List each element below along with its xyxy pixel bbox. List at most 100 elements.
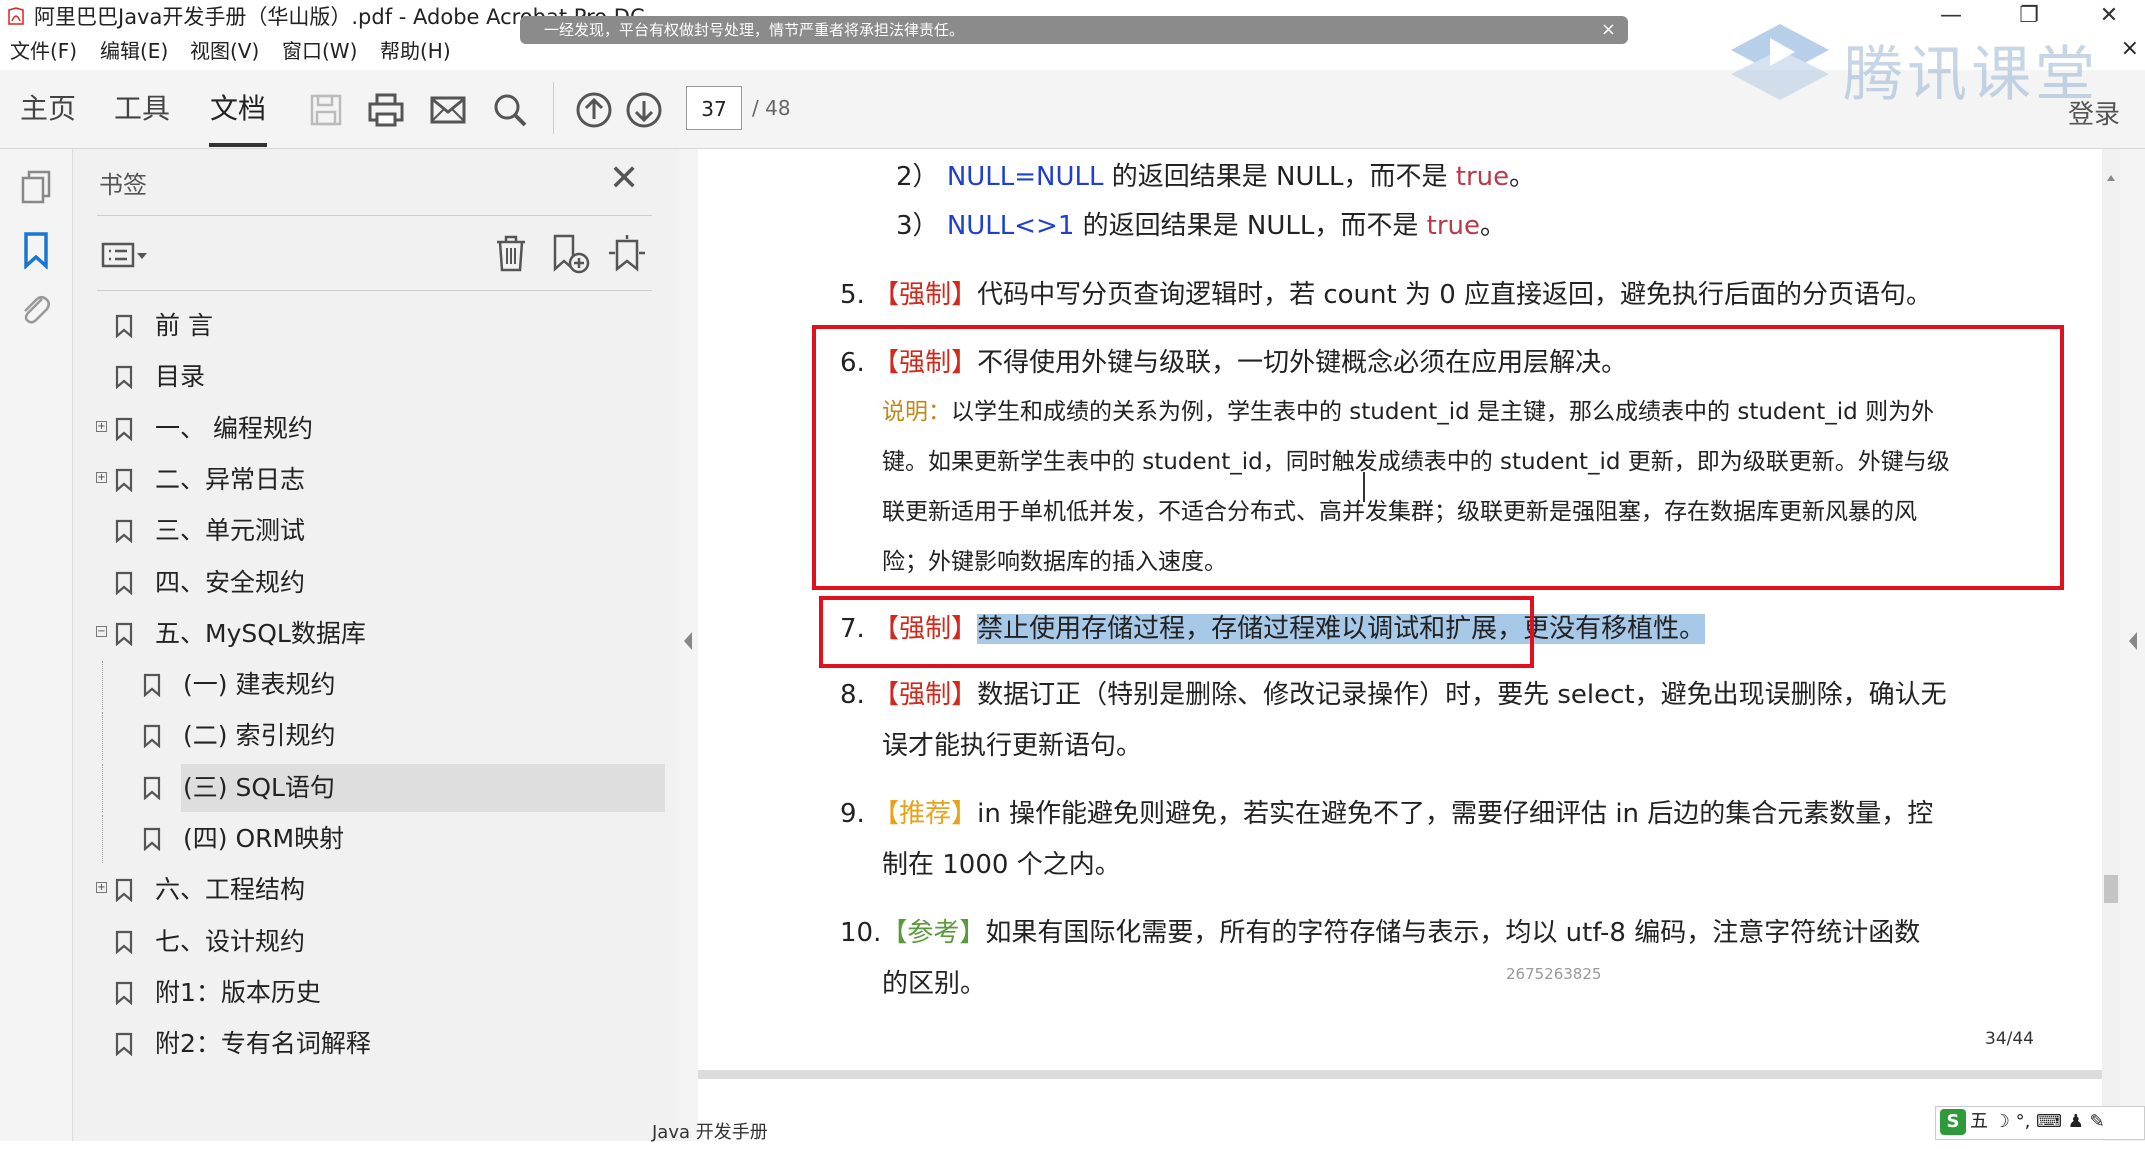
bookmark-flag-icon (115, 981, 133, 1005)
pane-collapse-handle[interactable] (678, 149, 698, 1141)
email-icon[interactable] (428, 90, 468, 130)
scroll-up-icon[interactable] (2105, 169, 2117, 189)
bookmark-flag-icon (143, 827, 161, 851)
ime-toolbar[interactable]: S五 ☽ °, ⌨ ♟ ✎ (1935, 1106, 2145, 1140)
bookmark-label: 五、MySQL数据库 (155, 618, 366, 648)
save-icon[interactable] (306, 90, 346, 130)
bookmark-flag-icon (115, 520, 133, 544)
tree-line (102, 763, 104, 812)
attachment-icon[interactable] (18, 291, 52, 327)
rule-item-8-cont: 误才能执行更新语句。 (882, 731, 1143, 761)
bookmarks-close-button[interactable]: ✕ (609, 161, 639, 197)
bookmark-item[interactable]: 前 言 (73, 302, 673, 350)
page-number-input[interactable]: 37 (686, 86, 742, 130)
rule-item-8: 8. 【强制】数据订正（特别是删除、修改记录操作）时，要先 select，避免出… (840, 680, 1947, 710)
watermark-id: 2675263825 (1506, 965, 1602, 983)
rule-item-10-cont: 的区别。 (882, 969, 987, 999)
acrobat-icon (6, 7, 26, 27)
menu-file[interactable]: 文件(F) (10, 38, 77, 64)
bookmark-label: 七、设计规约 (155, 926, 306, 956)
rule-item-5: 5. 【强制】代码中写分页查询逻辑时，若 count 为 0 应直接返回，避免执… (840, 280, 1933, 310)
bookmark-item[interactable]: (三) SQL语句 (73, 763, 673, 812)
bookmark-item[interactable]: − 五、MySQL数据库 (73, 610, 673, 658)
next-page-header: Java 开发手册 (652, 1122, 768, 1143)
menu-edit[interactable]: 编辑(E) (100, 38, 168, 64)
bookmark-label: (三) SQL语句 (183, 772, 335, 802)
bookmark-flag-icon (115, 468, 133, 492)
bookmark-label: 一、 编程规约 (155, 413, 313, 443)
list-sub-item-2: 2） NULL=NULL 的返回结果是 NULL，而不是 true。 (896, 162, 1536, 192)
tab-tools[interactable]: 工具 (114, 92, 170, 126)
expand-icon[interactable]: + (96, 420, 107, 432)
bookmark-options-icon[interactable] (101, 239, 149, 271)
page-total: / 48 (752, 96, 791, 120)
tree-line (102, 661, 104, 710)
expand-bookmark-icon[interactable] (607, 233, 647, 275)
bookmark-label: (四) ORM映射 (183, 824, 345, 853)
divider (97, 290, 652, 291)
bookmark-label: 附1：版本历史 (155, 977, 321, 1007)
logo-text: 腾讯课堂 (1843, 40, 2099, 110)
menu-help[interactable]: 帮助(H) (380, 38, 451, 64)
bookmark-item[interactable]: (二) 索引规约 (73, 712, 673, 761)
delete-bookmark-icon[interactable] (493, 233, 529, 273)
print-icon[interactable] (366, 90, 406, 130)
expand-icon[interactable]: + (96, 471, 107, 483)
rule-item-9: 9. 【推荐】in 操作能避免则避免，若实在避免不了，需要仔细评估 in 后边的… (840, 799, 1934, 829)
bookmark-flag-icon (115, 314, 133, 338)
notice-close-button[interactable]: × (1601, 16, 1616, 44)
expand-icon[interactable]: + (96, 882, 107, 894)
bookmarks-title: 书签 (99, 171, 147, 199)
rule-item-10: 10.【参考】如果有国际化需要，所有的字符存储与表示，均以 utf-8 编码，注… (840, 918, 1921, 948)
bookmarks-panel: 书签 ✕ 前 言目录 + 一、 编程规约 + 二、异常日志三、单元测试 四、安全规约 − 五、… (73, 149, 679, 1141)
annotation-box (819, 596, 1534, 668)
bookmark-label: 六、工程结构 (155, 875, 306, 905)
bookmark-item[interactable]: + 六、工程结构 (73, 866, 673, 914)
bookmark-flag-icon (143, 673, 161, 698)
navigation-rail (0, 149, 73, 1141)
collapse-arrow-icon[interactable] (681, 629, 695, 653)
bookmark-item[interactable]: 附2：专有名词解释 (73, 1020, 673, 1068)
text-cursor (1363, 472, 1365, 502)
search-icon[interactable] (490, 90, 530, 130)
bookmark-item[interactable]: + 一、 编程规约 (73, 405, 673, 453)
notice-banner: 一经发现，平台有权做封号处理，情节严重者将承担法律责任。 × (520, 16, 1628, 44)
bookmark-item[interactable]: 四、安全规约 (73, 559, 673, 607)
bookmark-flag-icon (115, 930, 133, 954)
bookmark-item[interactable]: 七、设计规约 (73, 918, 673, 966)
pdf-next-page (698, 1079, 2102, 1149)
page-down-icon[interactable] (624, 90, 664, 130)
expand-right-icon[interactable] (2126, 629, 2140, 653)
bookmark-flag-icon (115, 571, 133, 595)
bookmark-item[interactable]: 附1：版本历史 (73, 969, 673, 1017)
collapse-icon[interactable]: − (96, 625, 107, 637)
menu-view[interactable]: 视图(V) (190, 38, 259, 64)
bookmark-item[interactable]: 三、单元测试 (73, 507, 673, 555)
close-document-button[interactable]: × (2121, 36, 2139, 61)
document-view: 2） NULL=NULL 的返回结果是 NULL，而不是 true。 3） NU… (698, 149, 2102, 1149)
bookmark-list: 前 言目录 + 一、 编程规约 + 二、异常日志三、单元测试 四、安全规约 − 五、MySQL… (73, 302, 678, 1058)
right-pane-handle[interactable] (2120, 149, 2145, 1141)
new-bookmark-icon[interactable] (551, 233, 591, 275)
ime-status: 五 ☽ °, ⌨ ♟ ✎ (1970, 1111, 2105, 1132)
bookmark-label: (一) 建表规约 (183, 670, 336, 700)
bookmark-icon[interactable] (22, 231, 50, 270)
pages-icon[interactable] (20, 169, 52, 205)
scrollbar-thumb[interactable] (2104, 875, 2118, 903)
tab-document[interactable]: 文档 (210, 92, 266, 126)
divider (97, 215, 652, 216)
bookmark-item[interactable]: 目录 (73, 353, 673, 401)
bookmark-flag-icon (115, 1033, 133, 1057)
bookmark-item[interactable]: (四) ORM映射 (73, 815, 673, 863)
bookmark-label: 二、异常日志 (155, 464, 306, 494)
list-sub-item-3: 3） NULL<>1 的返回结果是 NULL，而不是 true。 (896, 211, 1506, 241)
bookmark-item[interactable]: (一) 建表规约 (73, 661, 673, 710)
menu-window[interactable]: 窗口(W) (282, 38, 357, 64)
tab-home[interactable]: 主页 (20, 92, 76, 126)
bookmark-flag-icon (115, 366, 133, 390)
bookmark-item[interactable]: + 二、异常日志 (73, 456, 673, 504)
vertical-scrollbar[interactable] (2102, 149, 2120, 1141)
sogou-ime-icon[interactable]: S (1940, 1109, 1966, 1135)
rule-item-9-cont: 制在 1000 个之内。 (882, 850, 1121, 880)
page-up-icon[interactable] (574, 90, 614, 130)
